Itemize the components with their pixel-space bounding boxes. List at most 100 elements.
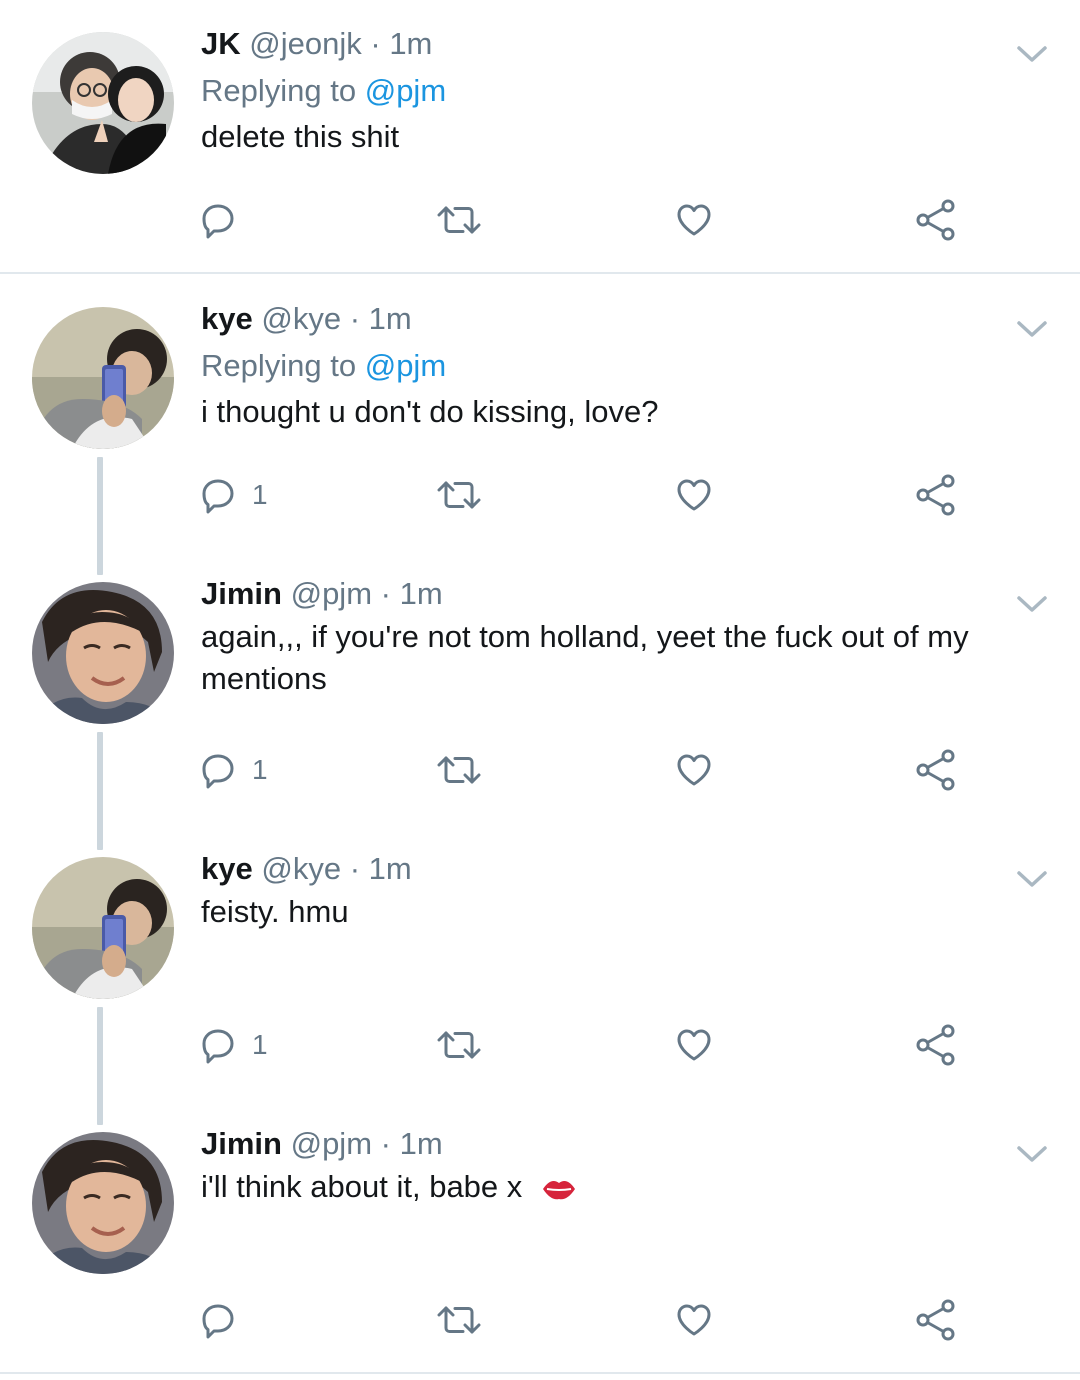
user-handle[interactable]: @kye (261, 851, 341, 886)
mention-link[interactable]: @pjm (365, 348, 446, 383)
tweet-text: i'll think about it, babe x (201, 1166, 1001, 1208)
share-button[interactable] (914, 748, 958, 792)
tweet-text: again,,, if you're not tom holland, yeet… (201, 619, 969, 696)
tweet-header: Jimin @pjm · 1m (201, 1124, 443, 1164)
timestamp[interactable]: 1m (369, 851, 412, 886)
jk-avatar-image (32, 32, 174, 174)
reply-button[interactable]: 1 (198, 473, 268, 517)
retweet-button[interactable] (437, 1023, 481, 1067)
display-name[interactable]: kye (201, 301, 253, 336)
share-button[interactable] (914, 473, 958, 517)
retweet-button[interactable] (437, 473, 481, 517)
reply-count: 1 (252, 479, 268, 510)
reply-button[interactable] (198, 1298, 252, 1342)
tweet-actions: 1 (0, 748, 1080, 792)
user-handle[interactable]: @jeonjk (249, 26, 361, 61)
avatar[interactable] (32, 582, 174, 724)
display-name[interactable]: JK (201, 26, 241, 61)
share-button[interactable] (914, 1298, 958, 1342)
retweet-icon (437, 475, 481, 515)
chevron-down-icon[interactable] (1016, 869, 1048, 889)
reply-button[interactable]: 1 (198, 1023, 268, 1067)
like-button[interactable] (674, 748, 714, 792)
retweet-icon (437, 1300, 481, 1340)
display-name[interactable]: Jimin (201, 576, 282, 611)
replying-to: Replying to @pjm (201, 71, 446, 111)
separator: · (370, 26, 381, 61)
tweet-actions: 1 (0, 1023, 1080, 1067)
tweet-header: Jimin @pjm · 1m (201, 574, 443, 614)
like-button[interactable] (674, 1298, 714, 1342)
like-button[interactable] (674, 1023, 714, 1067)
tweet-header: JK @jeonjk · 1m (201, 24, 432, 64)
replying-to-label: Replying to (201, 73, 357, 108)
display-name[interactable]: Jimin (201, 1126, 282, 1161)
timestamp[interactable]: 1m (369, 301, 412, 336)
chevron-down-icon[interactable] (1016, 319, 1048, 339)
reply-icon (198, 475, 238, 515)
reply-icon (198, 1025, 238, 1065)
share-button[interactable] (914, 198, 958, 242)
tweet-actions (0, 198, 1080, 242)
separator: · (349, 851, 361, 886)
user-handle[interactable]: @kye (261, 301, 341, 336)
separator: · (349, 301, 361, 336)
kiss-mark-icon (541, 1177, 577, 1201)
avatar[interactable] (32, 1132, 174, 1274)
kye-avatar-image (32, 857, 174, 999)
jimin-avatar-image (32, 582, 174, 724)
share-icon (914, 1023, 958, 1067)
tweet-actions: 1 (0, 473, 1080, 517)
like-icon (674, 750, 714, 790)
retweet-button[interactable] (437, 198, 481, 242)
timestamp[interactable]: 1m (389, 26, 432, 61)
divider (0, 272, 1080, 274)
mention-link[interactable]: @pjm (365, 73, 446, 108)
chevron-down-icon[interactable] (1016, 594, 1048, 614)
avatar[interactable] (32, 32, 174, 174)
tweet-text: delete this shit (201, 119, 400, 154)
replying-to-label: Replying to (201, 348, 357, 383)
like-button[interactable] (674, 198, 714, 242)
share-icon (914, 1298, 958, 1342)
reply-button[interactable] (198, 198, 252, 242)
like-button[interactable] (674, 473, 714, 517)
like-icon (674, 1300, 714, 1340)
chevron-down-icon[interactable] (1016, 1144, 1048, 1164)
reply-icon (198, 1300, 238, 1340)
replying-to: Replying to @pjm (201, 346, 446, 386)
retweet-button[interactable] (437, 748, 481, 792)
tweet-text: feisty. hmu (201, 894, 349, 929)
avatar[interactable] (32, 857, 174, 999)
timestamp[interactable]: 1m (400, 1126, 443, 1161)
share-icon (914, 473, 958, 517)
like-icon (674, 475, 714, 515)
separator: · (380, 1126, 391, 1161)
display-name[interactable]: kye (201, 851, 253, 886)
tweet-text-content: i'll think about it, babe x (201, 1169, 523, 1204)
jimin-avatar-image (32, 1132, 174, 1274)
timestamp[interactable]: 1m (400, 576, 443, 611)
retweet-button[interactable] (437, 1298, 481, 1342)
user-handle[interactable]: @pjm (291, 1126, 372, 1161)
tweet-text: i thought u don't do kissing, love? (201, 394, 659, 429)
separator: · (380, 576, 391, 611)
kye-avatar-image (32, 307, 174, 449)
like-icon (674, 200, 714, 240)
retweet-icon (437, 200, 481, 240)
tweet-header: kye @kye · 1m (201, 299, 412, 339)
reply-button[interactable]: 1 (198, 748, 268, 792)
share-button[interactable] (914, 1023, 958, 1067)
tweet-actions (0, 1298, 1080, 1342)
divider (0, 1372, 1080, 1374)
avatar[interactable] (32, 307, 174, 449)
chevron-down-icon[interactable] (1016, 44, 1048, 64)
share-icon (914, 198, 958, 242)
tweet-header: kye @kye · 1m (201, 849, 412, 889)
like-icon (674, 1025, 714, 1065)
share-icon (914, 748, 958, 792)
reply-icon (198, 200, 238, 240)
user-handle[interactable]: @pjm (291, 576, 372, 611)
reply-count: 1 (252, 1029, 268, 1060)
retweet-icon (437, 750, 481, 790)
